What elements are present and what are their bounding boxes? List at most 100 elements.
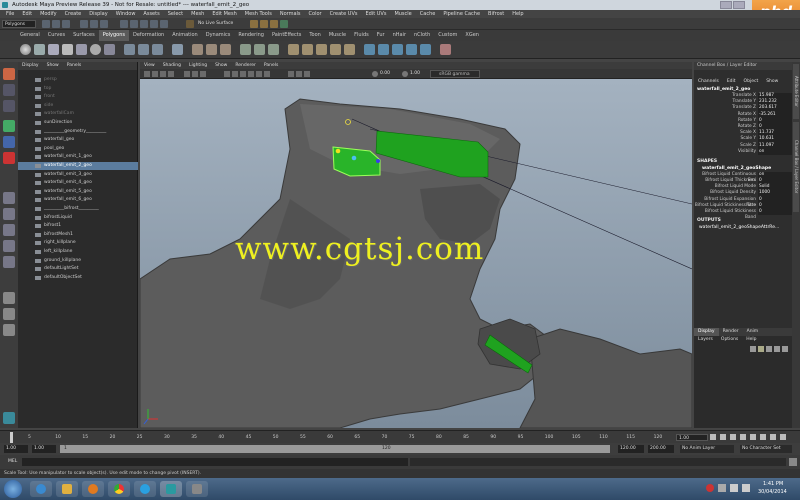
shelf-tab-fluids[interactable]: Fluids bbox=[350, 30, 373, 41]
poly-cone-icon[interactable] bbox=[62, 44, 73, 55]
menu-set-dropdown[interactable]: Polygons bbox=[2, 20, 36, 28]
outliner-layout-icon[interactable] bbox=[3, 292, 15, 304]
scale-tool-icon[interactable] bbox=[3, 152, 15, 164]
outliner-item[interactable]: waterfall_emit_3_geo bbox=[18, 171, 138, 179]
bookmark-icon[interactable] bbox=[160, 71, 166, 77]
layer-options-icon[interactable] bbox=[782, 346, 788, 352]
extract-icon[interactable] bbox=[152, 44, 163, 55]
range-inner-start-field[interactable]: 1.00 bbox=[32, 445, 56, 453]
taskbar-chrome[interactable] bbox=[108, 481, 130, 497]
clock-date[interactable]: 30/04/2014 bbox=[758, 489, 787, 495]
taskbar-maya[interactable] bbox=[160, 481, 182, 497]
range-end-field[interactable]: 120.00 bbox=[618, 445, 644, 453]
wireframe-icon[interactable] bbox=[224, 71, 230, 77]
menu-mesh[interactable]: Mesh bbox=[187, 10, 208, 18]
snap-surface-icon[interactable] bbox=[150, 20, 158, 28]
xray-joints-icon[interactable] bbox=[304, 71, 310, 77]
shelf-tab-xgen[interactable]: XGen bbox=[461, 30, 483, 41]
outliner-item[interactable]: right_killplane bbox=[18, 239, 138, 247]
render-settings-icon[interactable] bbox=[270, 20, 278, 28]
tray-flag-icon[interactable] bbox=[718, 484, 726, 492]
planar-map-icon[interactable] bbox=[378, 44, 389, 55]
attribute-row[interactable]: Visibility on bbox=[694, 148, 792, 155]
taskbar-media-player[interactable] bbox=[82, 481, 104, 497]
minimize-button[interactable] bbox=[720, 1, 732, 9]
sculpt-icon[interactable] bbox=[440, 44, 451, 55]
outliner-item[interactable]: pool_geo bbox=[18, 145, 138, 153]
taskbar-skype[interactable] bbox=[134, 481, 156, 497]
save-scene-icon[interactable] bbox=[62, 20, 70, 28]
outliner-item[interactable]: bifrostLiquid bbox=[18, 214, 138, 222]
channel-menu-channels[interactable]: Channels bbox=[694, 78, 723, 86]
step-back-key-icon[interactable] bbox=[720, 434, 726, 440]
play-forward-icon[interactable] bbox=[750, 434, 756, 440]
boolean-union-icon[interactable] bbox=[192, 44, 203, 55]
shelf-tab-animation[interactable]: Animation bbox=[168, 30, 202, 41]
combine-icon[interactable] bbox=[124, 44, 135, 55]
xray-icon[interactable] bbox=[296, 71, 302, 77]
rotate-tool-icon[interactable] bbox=[3, 136, 15, 148]
poly-pipe-icon[interactable] bbox=[104, 44, 115, 55]
outliner-item[interactable]: waterfall_emit_2_geo bbox=[18, 162, 138, 170]
channel-box-object-name[interactable]: waterfall_emit_2_geo bbox=[694, 86, 792, 93]
layer-menu-help[interactable]: Help bbox=[742, 336, 760, 344]
clock-time[interactable]: 1:41 PM bbox=[763, 481, 783, 487]
viewport-menu-view[interactable]: View bbox=[140, 62, 159, 69]
outliner-item[interactable]: waterfall_geo bbox=[18, 136, 138, 144]
shadows-icon[interactable] bbox=[264, 71, 270, 77]
live-surface-icon[interactable] bbox=[186, 20, 194, 28]
channel-menu-show[interactable]: Show bbox=[762, 78, 782, 86]
shelf-tab-custom[interactable]: Custom bbox=[434, 30, 461, 41]
spherical-map-icon[interactable] bbox=[406, 44, 417, 55]
shape-name[interactable]: waterfall_emit_2_geoShape bbox=[694, 165, 792, 172]
playhead[interactable] bbox=[10, 432, 13, 443]
wireframe-on-shaded-icon[interactable] bbox=[240, 71, 246, 77]
new-layer-selected-icon[interactable] bbox=[758, 346, 764, 352]
menu-window[interactable]: Window bbox=[112, 10, 140, 18]
viewport-menu-show[interactable]: Show bbox=[211, 62, 231, 69]
poly-cylinder-icon[interactable] bbox=[48, 44, 59, 55]
camera-attributes-icon[interactable] bbox=[152, 71, 158, 77]
tray-volume-icon[interactable] bbox=[742, 484, 750, 492]
command-language-label[interactable]: MEL bbox=[8, 458, 17, 466]
channel-menu-object[interactable]: Object bbox=[740, 78, 763, 86]
mirror-geometry-icon[interactable] bbox=[240, 44, 251, 55]
outliner-item[interactable]: bifrostMesh1 bbox=[18, 231, 138, 239]
shelf-tab-muscle[interactable]: Muscle bbox=[325, 30, 350, 41]
menu-assets[interactable]: Assets bbox=[139, 10, 163, 18]
outliner-item[interactable]: defaultObjectSet bbox=[18, 274, 138, 282]
menu-color[interactable]: Color bbox=[305, 10, 326, 18]
layer-tab-render[interactable]: Render bbox=[719, 328, 743, 336]
select-component-icon[interactable] bbox=[100, 20, 108, 28]
exposure-field[interactable]: 0.00 bbox=[380, 71, 390, 77]
shelf-tab-polygons[interactable]: Polygons bbox=[98, 30, 129, 41]
taskbar-recorder[interactable] bbox=[186, 481, 208, 497]
viewport-menu-panels[interactable]: Panels bbox=[260, 62, 282, 69]
shelf-tab-ncloth[interactable]: nCloth bbox=[410, 30, 434, 41]
outliner-item[interactable]: top bbox=[18, 85, 138, 93]
layer-move-up-icon[interactable] bbox=[766, 346, 772, 352]
snap-view-icon[interactable] bbox=[160, 20, 168, 28]
range-max-field[interactable]: 200.00 bbox=[648, 445, 674, 453]
open-scene-icon[interactable] bbox=[52, 20, 60, 28]
menu-edit[interactable]: Edit bbox=[18, 10, 36, 18]
resolution-gate-icon[interactable] bbox=[200, 71, 206, 77]
snap-curve-icon[interactable] bbox=[130, 20, 138, 28]
automatic-map-icon[interactable] bbox=[420, 44, 431, 55]
color-space-dropdown[interactable]: sRGB gamma bbox=[430, 70, 480, 78]
ipr-render-icon[interactable] bbox=[260, 20, 268, 28]
shelf-tab-surfaces[interactable]: Surfaces bbox=[69, 30, 99, 41]
shelf-tab-rendering[interactable]: Rendering bbox=[234, 30, 268, 41]
four-view-layout-icon[interactable] bbox=[3, 208, 15, 220]
menu-pipeline-cache[interactable]: Pipeline Cache bbox=[439, 10, 484, 18]
menu-edit-uvs[interactable]: Edit UVs bbox=[361, 10, 390, 18]
layer-menu-options[interactable]: Options bbox=[717, 336, 742, 344]
smooth-shade-icon[interactable] bbox=[232, 71, 238, 77]
menu-display[interactable]: Display bbox=[85, 10, 111, 18]
outliner-item[interactable]: waterfall_emit_6_geo bbox=[18, 196, 138, 204]
layer-tab-display[interactable]: Display bbox=[694, 328, 719, 336]
range-bar[interactable]: 1 120 bbox=[60, 445, 610, 453]
outliner-item[interactable]: waterfall_emit_1_geo bbox=[18, 153, 138, 161]
viewport-menu-renderer[interactable]: Renderer bbox=[231, 62, 260, 69]
start-button[interactable] bbox=[4, 480, 22, 498]
